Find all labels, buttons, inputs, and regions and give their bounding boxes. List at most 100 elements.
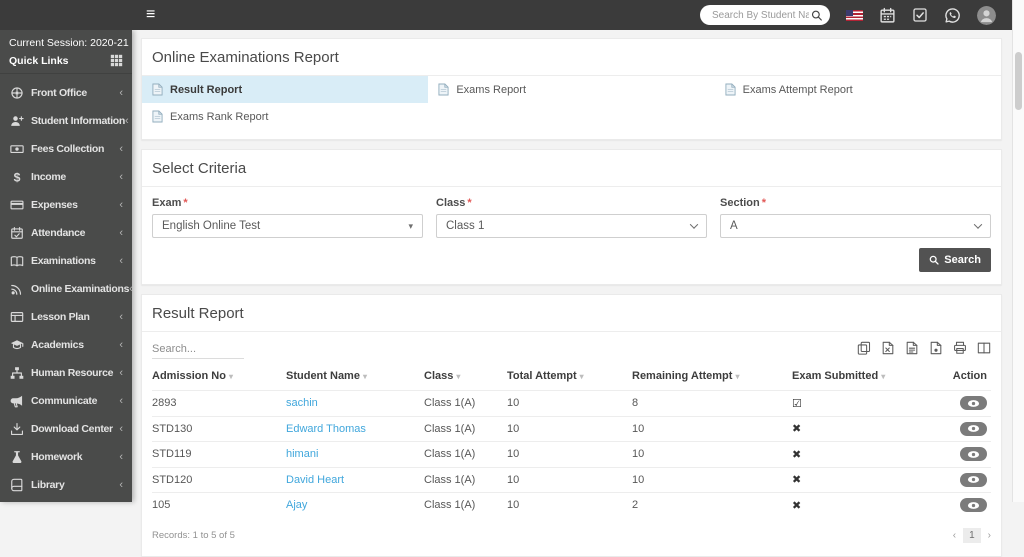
column-header-action: Action <box>952 370 987 382</box>
sidebar-item-examinations[interactable]: Examinations ‹ <box>0 247 132 275</box>
sidebar: Current Session: 2020-21 Quick Links Fro… <box>0 30 133 502</box>
sidebar-toggle-icon[interactable]: ≡ <box>146 7 155 23</box>
student-name-link[interactable]: himani <box>286 448 318 460</box>
student-name-link[interactable]: sachin <box>286 397 318 409</box>
class-cell: Class 1(A) <box>424 448 476 461</box>
page-scrollbar[interactable] <box>1012 0 1024 502</box>
human-resource-icon <box>10 367 24 379</box>
student-name-link[interactable]: David Heart <box>286 474 344 486</box>
online-examinations-icon <box>11 284 22 295</box>
profile-avatar[interactable] <box>977 5 996 25</box>
pagination-next[interactable]: › <box>988 530 991 541</box>
export-pdf-button[interactable] <box>928 341 943 356</box>
required-mark: * <box>467 197 472 209</box>
sidebar-item-student-information[interactable]: Student Information ‹ <box>0 107 132 135</box>
table-row: 105 Ajay Class 1(A) 10 2 ✖ <box>152 492 991 518</box>
search-icon[interactable] <box>811 9 823 22</box>
student-name-link[interactable]: Ajay <box>286 499 307 511</box>
expenses-icon <box>10 200 24 210</box>
sidebar-item-expenses[interactable]: Expenses ‹ <box>0 191 132 219</box>
exam-select[interactable]: English Online Test ▾ <box>152 214 423 238</box>
topbar: ≡ <box>0 0 1012 30</box>
quick-links-grid-icon[interactable] <box>110 54 123 67</box>
session-block: Current Session: 2020-21 Quick Links <box>0 30 132 74</box>
column-header-total-attempt[interactable]: Total Attempt ▾ <box>507 362 632 391</box>
table-search-input[interactable] <box>152 340 244 359</box>
sidebar-item-academics[interactable]: Academics ‹ <box>0 331 132 359</box>
chevron-left-icon: ‹ <box>125 114 129 127</box>
class-cell: Class 1(A) <box>424 499 476 512</box>
export-csv-button[interactable] <box>904 341 919 356</box>
sidebar-item-fees-collection[interactable]: Fees Collection ‹ <box>0 135 132 163</box>
student-search-box[interactable] <box>700 5 830 25</box>
remaining-attempt-cell: 10 <box>632 422 645 435</box>
column-header-admission-no[interactable]: Admission No ▾ <box>152 362 286 391</box>
sidebar-item-attendance[interactable]: Attendance ‹ <box>0 219 132 247</box>
sidebar-item-income[interactable]: $ Income ‹ <box>0 163 132 191</box>
tab-result-report[interactable]: Result Report <box>142 76 429 103</box>
sidebar-item-library[interactable]: Library ‹ <box>0 471 132 499</box>
sidebar-item-human-resource[interactable]: Human Resource ‹ <box>0 359 132 387</box>
column-header-class[interactable]: Class ▾ <box>424 362 507 391</box>
tab-exams-report[interactable]: Exams Report <box>428 76 714 103</box>
student-name-link[interactable]: Edward Thomas <box>286 423 366 435</box>
tab-exams-attempt-report[interactable]: Exams Attempt Report <box>715 76 1001 103</box>
column-header-exam-submitted[interactable]: Exam Submitted ▾ <box>792 362 939 391</box>
result-report-card: Result Report Search... Admission No ▾ S… <box>141 294 1002 557</box>
pagination-prev[interactable]: ‹ <box>953 530 956 541</box>
search-button[interactable]: Search <box>919 248 991 272</box>
column-visibility-button[interactable] <box>976 341 991 356</box>
table-row: STD119 himani Class 1(A) 10 10 ✖ <box>152 441 991 467</box>
tasks-icon[interactable] <box>912 7 928 23</box>
export-excel-button[interactable] <box>880 341 895 356</box>
fees-collection-icon <box>10 145 24 153</box>
section-select[interactable]: A <box>720 214 991 238</box>
view-button[interactable] <box>960 396 987 410</box>
pagination-page-1[interactable]: 1 <box>963 527 981 543</box>
column-header-remaining-attempt[interactable]: Remaining Attempt ▾ <box>632 362 792 391</box>
export-toolbar <box>856 341 991 359</box>
admission-no-cell: STD120 <box>152 473 193 486</box>
sort-icon: ▾ <box>362 372 367 381</box>
sidebar-item-communicate[interactable]: Communicate ‹ <box>0 387 132 415</box>
search-icon <box>929 255 939 265</box>
income-icon: $ <box>14 170 21 184</box>
sort-icon: ▾ <box>456 372 461 381</box>
file-icon <box>152 110 163 123</box>
sort-icon: ▾ <box>735 372 740 381</box>
chevron-left-icon: ‹ <box>119 198 123 211</box>
print-button[interactable] <box>952 341 967 356</box>
view-button[interactable] <box>960 421 987 436</box>
required-mark: * <box>183 197 188 209</box>
library-icon <box>11 478 23 492</box>
svg-text:$: $ <box>14 170 21 184</box>
download-center-icon <box>11 423 23 435</box>
class-select[interactable]: Class 1 <box>436 214 707 238</box>
sidebar-item-lesson-plan[interactable]: Lesson Plan ‹ <box>0 303 132 331</box>
calendar-icon[interactable] <box>879 7 896 24</box>
sidebar-item-front-office[interactable]: Front Office ‹ <box>0 79 132 107</box>
homework-icon <box>12 451 22 463</box>
eye-icon <box>967 450 980 458</box>
chevron-left-icon: ‹ <box>119 254 123 267</box>
export-copy-button[interactable] <box>856 341 871 356</box>
view-button[interactable] <box>960 447 987 461</box>
view-button[interactable] <box>960 498 987 512</box>
column-header-student-name[interactable]: Student Name ▾ <box>286 362 424 391</box>
sidebar-item-homework[interactable]: Homework ‹ <box>0 443 132 471</box>
student-search-input[interactable] <box>710 8 812 22</box>
view-button[interactable] <box>960 472 987 487</box>
exam-submitted-icon: ☑ <box>792 397 802 410</box>
language-us-flag-icon[interactable] <box>846 9 863 21</box>
class-cell: Class 1(A) <box>424 422 476 435</box>
sidebar-item-online-examinations[interactable]: Online Examinations ‹ <box>0 275 133 303</box>
tab-exams-rank-report[interactable]: Exams Rank Report <box>142 103 428 130</box>
whatsapp-icon[interactable] <box>944 7 961 24</box>
file-icon <box>725 83 736 96</box>
sort-icon: ▾ <box>579 372 584 381</box>
scrollbar-thumb[interactable] <box>1015 52 1022 110</box>
sidebar-item-download-center[interactable]: Download Center ‹ <box>0 415 132 443</box>
main-content: Online Examinations Report Result Report… <box>132 30 1012 557</box>
required-mark: * <box>761 197 767 209</box>
exam-label: Exam * <box>152 197 188 209</box>
